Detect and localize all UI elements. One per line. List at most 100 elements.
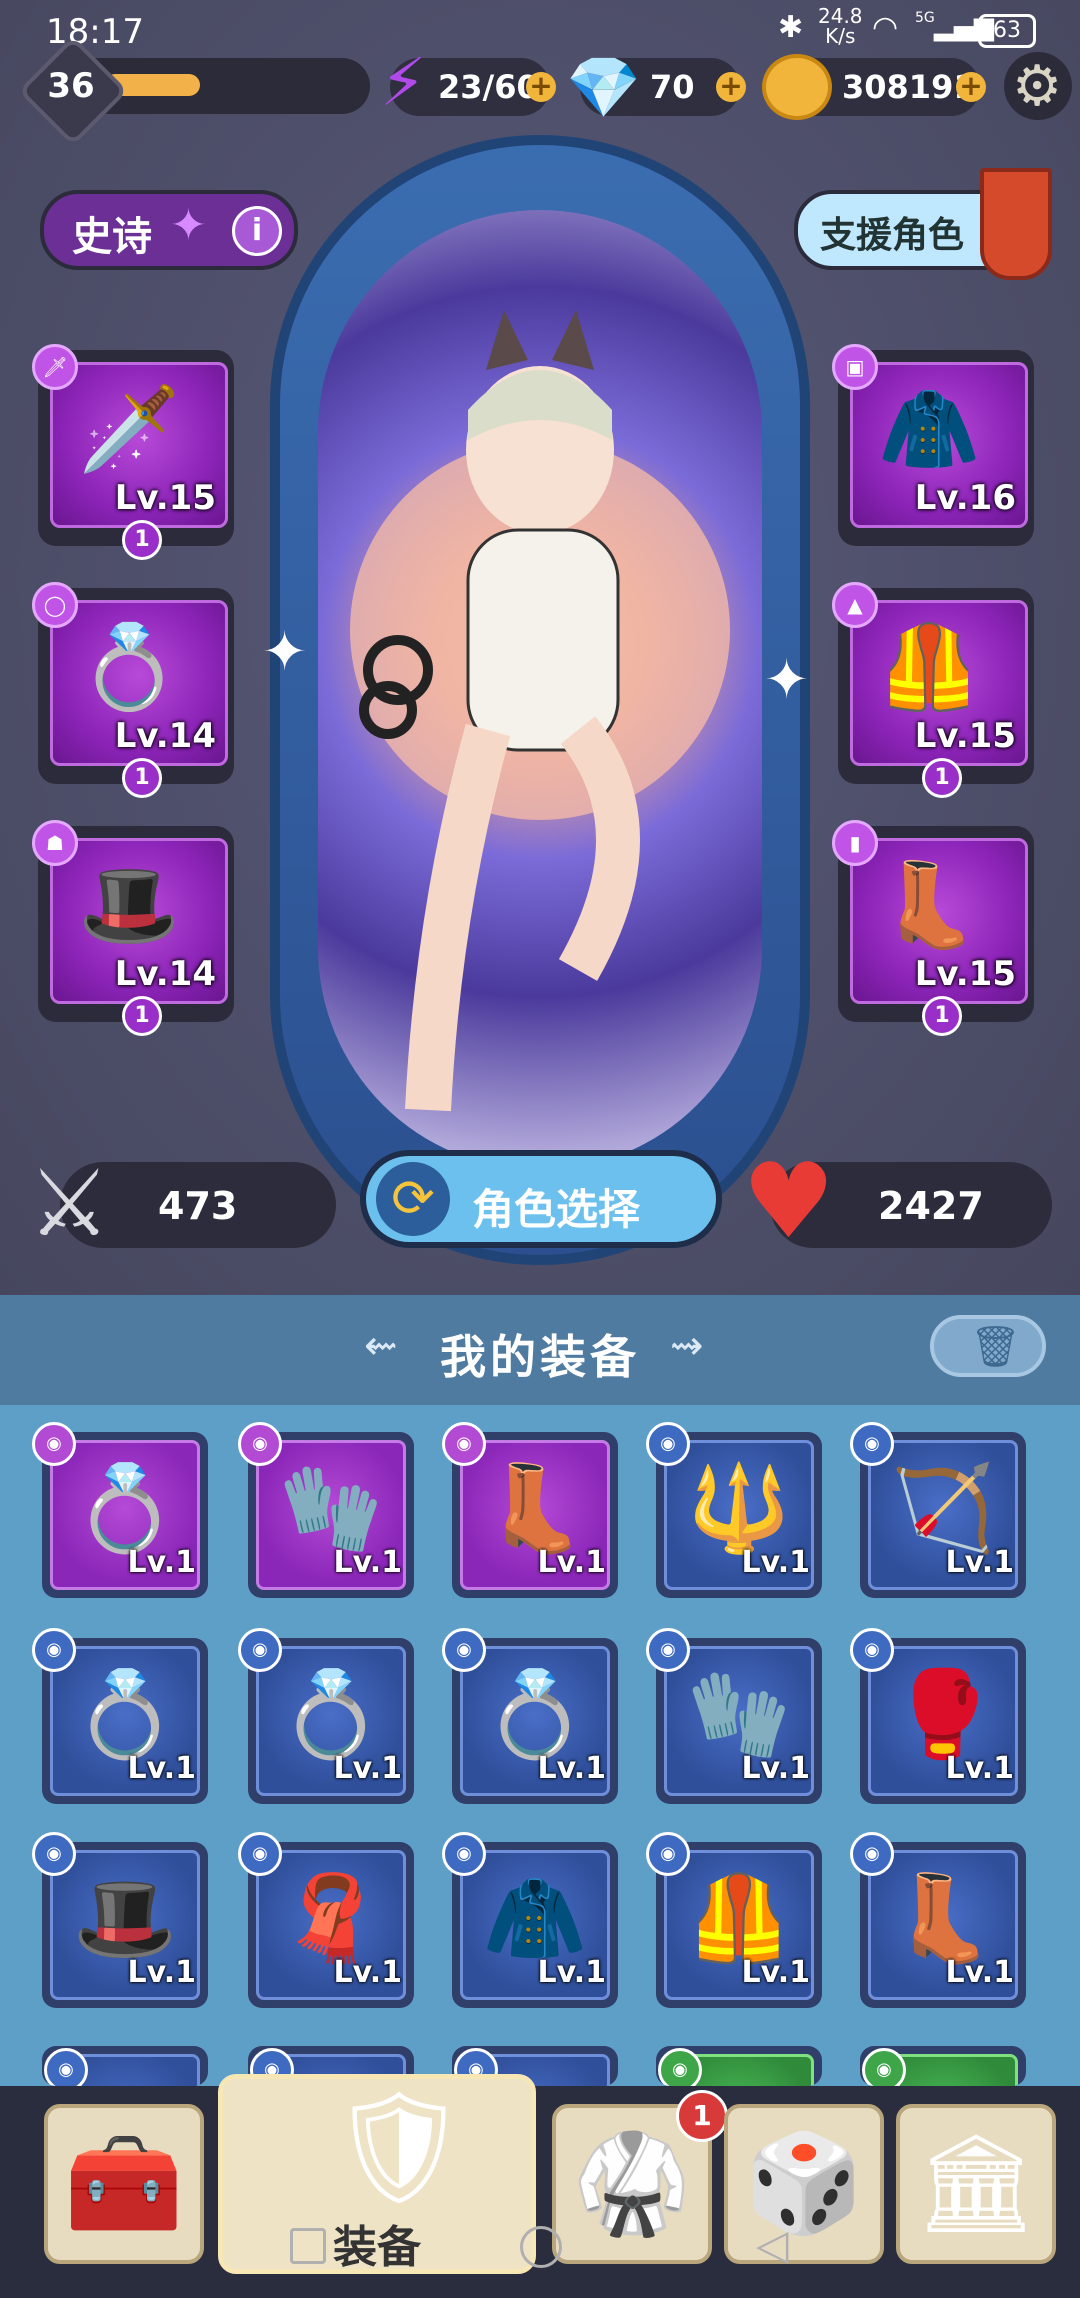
item-level: Lv.1	[537, 1751, 607, 1786]
character-portrait[interactable]	[318, 210, 762, 1170]
inventory-item[interactable]: ◉ 🎩 Lv.1	[32, 1832, 208, 2008]
inventory-item[interactable]: ◉ 🥊 Lv.1	[850, 1628, 1026, 1804]
support-label: 支援角色	[820, 215, 965, 256]
item-type-icon: ◉	[658, 2048, 702, 2086]
nav-map-button[interactable]: 🎲	[724, 2104, 884, 2264]
equip-slot-ring[interactable]: ◯ 💍 Lv.14 1	[32, 582, 234, 798]
energy-value: 23/60	[438, 68, 539, 106]
shield-sword-icon: 🛡	[329, 2083, 469, 2211]
discard-button[interactable]: 🗑	[930, 1315, 1046, 1377]
equip-slot-hat[interactable]: ☗ 🎩 Lv.14 1	[32, 820, 234, 1036]
hp-value: 2427	[878, 1184, 984, 1228]
rarity-button[interactable]: 史诗 ✦ i	[40, 190, 298, 270]
inventory-item[interactable]: ◉ 🏹 Lv.1	[850, 1422, 1026, 1598]
item-level: Lv.1	[537, 1545, 607, 1580]
inventory-item[interactable]: ◉	[656, 2046, 822, 2086]
inventory-item[interactable]: ◉ 🧤 Lv.1	[238, 1422, 414, 1598]
item-level: Lv.1	[741, 1545, 811, 1580]
equip-slot-boots[interactable]: ▮ 👢 Lv.15 1	[832, 820, 1034, 1036]
item-level: Lv.1	[741, 1955, 811, 1990]
home-button[interactable]	[520, 2226, 562, 2268]
inventory-item[interactable]: ◉ 👢 Lv.1	[442, 1422, 618, 1598]
item-level: Lv.1	[945, 1955, 1015, 1990]
network-type: 5G	[915, 10, 935, 26]
recent-apps-button[interactable]	[290, 2228, 326, 2264]
nav-equipment-button[interactable]: 🛡 装备	[218, 2074, 536, 2274]
armor-icon: 🦺	[878, 620, 981, 715]
wifi-icon: ◠	[872, 10, 899, 45]
net-speed-value: 24.8	[818, 4, 863, 28]
battery-indicator: 63	[978, 14, 1036, 48]
slot-level: Lv.15	[914, 954, 1016, 994]
item-level: Lv.1	[333, 1751, 403, 1786]
item-level: Lv.1	[945, 1545, 1015, 1580]
wing-left-icon: ⇜	[364, 1323, 398, 1369]
inventory-item[interactable]: ◉ 💍 Lv.1	[238, 1628, 414, 1804]
item-type-icon: ◉	[44, 2048, 88, 2086]
character-select-button[interactable]: ⟳ 角色选择	[360, 1150, 722, 1248]
sparkle-left-icon: ✦	[262, 620, 308, 683]
item-level: Lv.1	[537, 1955, 607, 1990]
ring-icon: 💍	[78, 620, 181, 715]
equip-slot-weapon[interactable]: 🗡 🗡️ Lv.15 1	[32, 344, 234, 560]
slot-count: 1	[122, 996, 162, 1036]
item-level: Lv.1	[945, 1751, 1015, 1786]
status-bar: 18:17 ✱ 24.8 K/s ◠ 5G ▂▄▆ 63	[0, 0, 1080, 60]
swap-icon: ⟳	[376, 1162, 450, 1236]
inventory-item[interactable]: ◉	[42, 2046, 208, 2086]
inventory-item[interactable]: ◉ 🧤 Lv.1	[646, 1628, 822, 1804]
inventory-item[interactable]: ◉ 💍 Lv.1	[442, 1628, 618, 1804]
equip-slot-hood[interactable]: ▣ 🧥 Lv.16	[832, 344, 1034, 546]
heart-icon: ♥	[742, 1140, 836, 1262]
slot-level: Lv.15	[914, 716, 1016, 756]
settings-button[interactable]: ⚙	[1004, 52, 1072, 120]
back-button[interactable]: ◁	[756, 2220, 788, 2269]
character-illustration	[350, 310, 730, 1112]
trash-icon: 🗑	[970, 1324, 1021, 1370]
armor-type-icon: ▲	[832, 582, 878, 628]
net-speed-unit: K/s	[825, 24, 856, 48]
bluetooth-icon: ✱	[778, 10, 804, 45]
hat-type-icon: ☗	[32, 820, 78, 866]
inventory-header: 我的装备 ⇜ ⇝ 🗑	[0, 1295, 1080, 1405]
slot-level: Lv.14	[114, 716, 216, 756]
add-coins-button[interactable]: +	[956, 72, 986, 102]
hood-type-icon: ▣	[832, 344, 878, 390]
inventory-item[interactable]: ◉ 🦺 Lv.1	[646, 1832, 822, 2008]
sparkle-right-icon: ✦	[764, 648, 810, 711]
sparkle-icon: ✦	[170, 200, 207, 251]
inventory-item[interactable]: ◉ 👢 Lv.1	[850, 1832, 1026, 2008]
inventory-item[interactable]: ◉	[860, 2046, 1026, 2086]
weapon-type-icon: 🗡	[32, 344, 78, 390]
attack-value: 473	[158, 1184, 238, 1228]
inventory-item[interactable]: ◉ 🧥 Lv.1	[442, 1832, 618, 2008]
slot-count: 1	[922, 996, 962, 1036]
info-icon[interactable]: i	[232, 206, 282, 256]
add-energy-button[interactable]: +	[526, 72, 556, 102]
coin-icon	[762, 54, 832, 120]
gem-icon: 💎	[566, 53, 641, 123]
inventory-item[interactable]: ◉ 💍 Lv.1	[32, 1628, 208, 1804]
ring-type-icon: ◯	[32, 582, 78, 628]
inventory-item[interactable]: ◉ 💍 Lv.1	[32, 1422, 208, 1598]
slot-count: 1	[922, 758, 962, 798]
slot-count: 1	[122, 520, 162, 560]
boots-icon: 👢	[878, 858, 981, 953]
rarity-label: 史诗	[72, 214, 152, 260]
inventory-item[interactable]: ◉ 🔱 Lv.1	[646, 1422, 822, 1598]
add-gems-button[interactable]: +	[716, 72, 746, 102]
item-level: Lv.1	[127, 1955, 197, 1990]
slot-level: Lv.15	[114, 478, 216, 518]
nav-equipment-label: 装备	[333, 2222, 421, 2273]
item-level: Lv.1	[333, 1545, 403, 1580]
item-level: Lv.1	[741, 1751, 811, 1786]
nav-bank-button[interactable]: 🏛	[896, 2104, 1056, 2264]
net-speed: 24.8 K/s	[818, 6, 863, 46]
slot-level: Lv.16	[914, 478, 1016, 518]
wing-right-icon: ⇝	[670, 1323, 704, 1369]
nav-treasure-button[interactable]: 🧰	[44, 2104, 204, 2264]
equip-slot-armor[interactable]: ▲ 🦺 Lv.15 1	[832, 582, 1034, 798]
banner-icon	[980, 168, 1052, 280]
gear-icon: ⚙	[1012, 54, 1063, 119]
inventory-item[interactable]: ◉ 🧣 Lv.1	[238, 1832, 414, 2008]
